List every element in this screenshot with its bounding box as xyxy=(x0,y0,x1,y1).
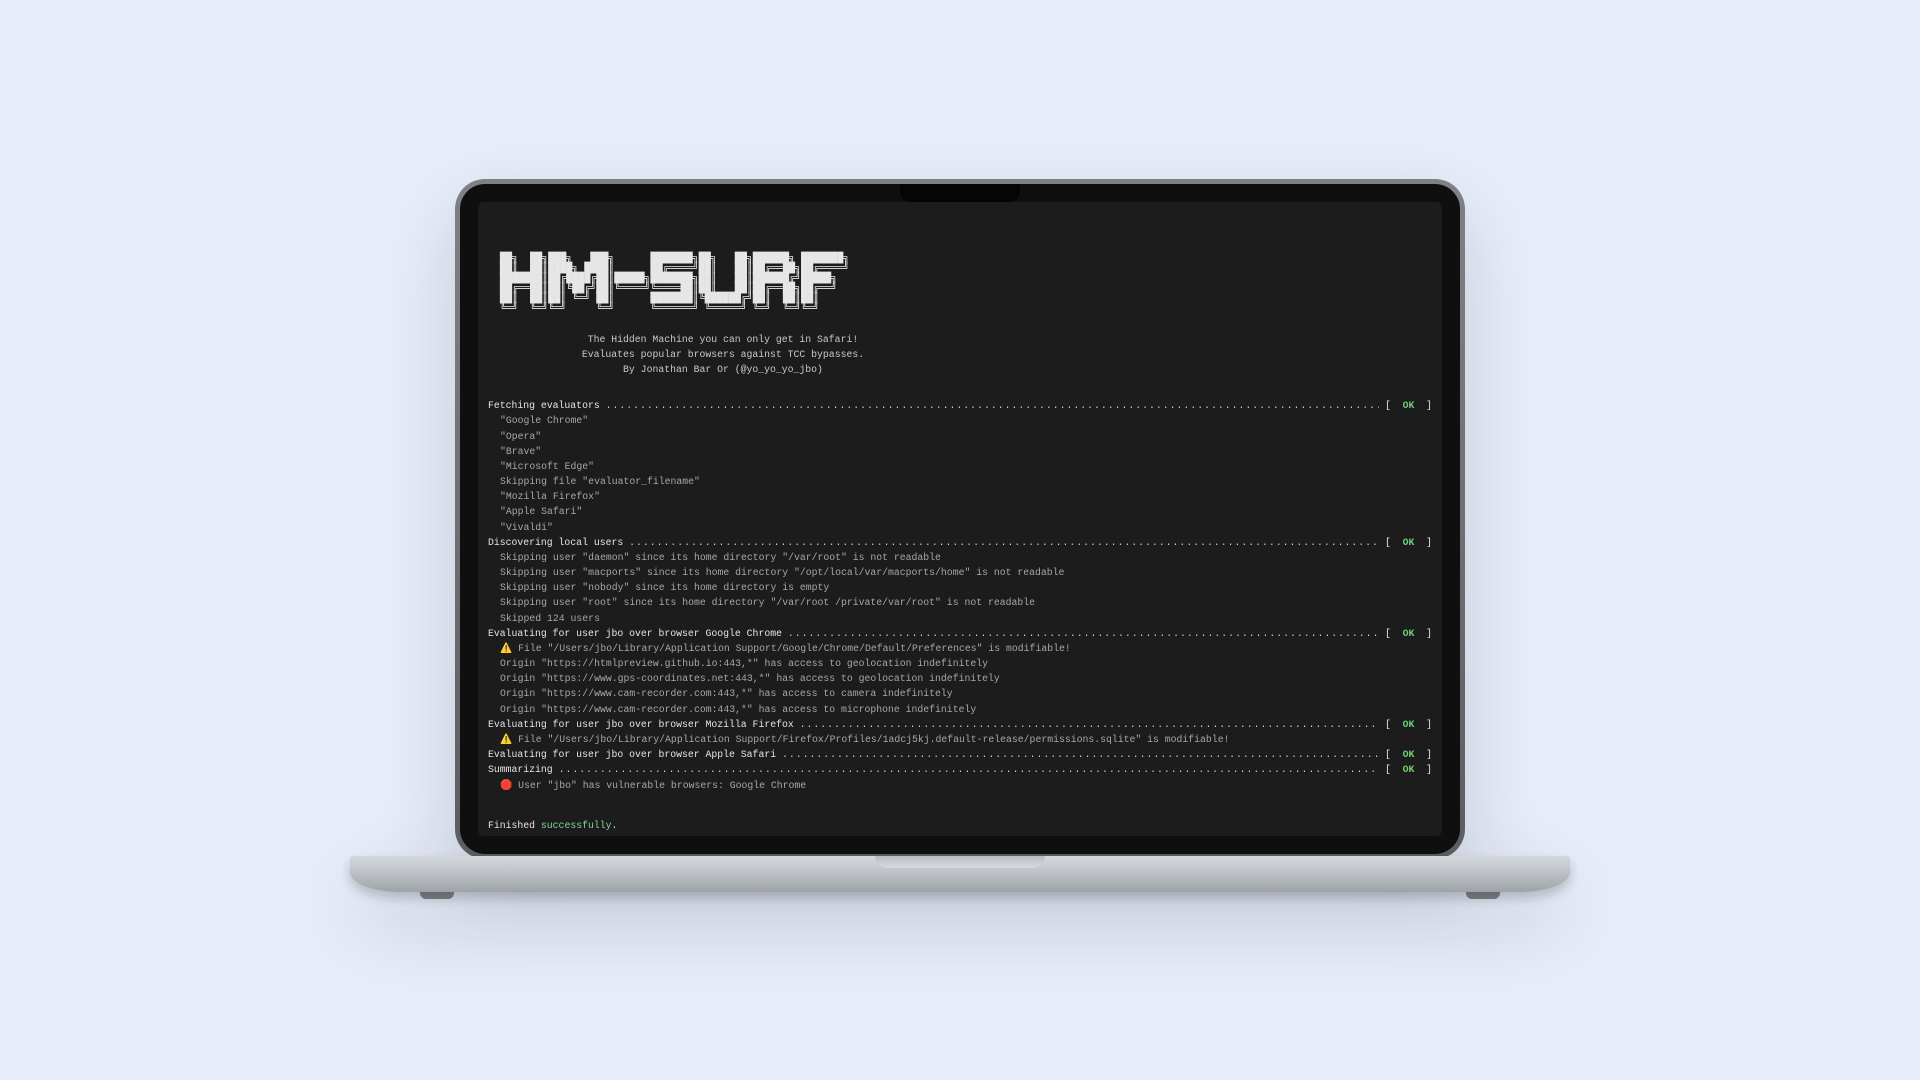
output-line: "Vivaldi" xyxy=(488,520,1432,535)
status-line-result: [ OK ] xyxy=(1379,747,1432,762)
output-line: Origin "https://htmlpreview.github.io:44… xyxy=(488,656,1432,671)
status-line: Evaluating for user jbo over browser Moz… xyxy=(488,717,1432,732)
status-line-label: Discovering local users xyxy=(488,535,629,550)
warning-icon: ⚠️ xyxy=(500,734,518,745)
output-line: Skipping user "root" since its home dire… xyxy=(488,595,1432,610)
page-background: ██╗ ██╗███╗ ███╗ ███████╗██╗ ██╗██████╗ … xyxy=(0,0,1920,1080)
laptop-base xyxy=(350,856,1570,892)
status-line-label: Evaluating for user jbo over browser Moz… xyxy=(488,717,800,732)
status-line-result: [ OK ] xyxy=(1379,626,1432,641)
status-line-dots: ........................................… xyxy=(800,717,1379,732)
laptop-lid: ██╗ ██╗███╗ ███╗ ███████╗██╗ ██╗██████╗ … xyxy=(455,179,1465,859)
output-line: Skipping user "daemon" since its home di… xyxy=(488,550,1432,565)
camera-notch xyxy=(900,184,1020,202)
status-line-result: [ OK ] xyxy=(1379,717,1432,732)
terminal-body: Fetching evaluators ....................… xyxy=(488,398,1432,792)
output-line: Skipped 124 users xyxy=(488,611,1432,626)
output-line: ⚠️ File "/Users/jbo/Library/Application … xyxy=(488,641,1432,656)
ascii-logo: ██╗ ██╗███╗ ███╗ ███████╗██╗ ██╗██████╗ … xyxy=(488,254,1432,314)
output-text: Origin "https://www.cam-recorder.com:443… xyxy=(500,688,953,699)
output-text: File "/Users/jbo/Library/Application Sup… xyxy=(518,734,1229,745)
status-line: Summarizing ............................… xyxy=(488,762,1432,777)
output-line: Origin "https://www.cam-recorder.com:443… xyxy=(488,686,1432,701)
status-line-dots: ........................................… xyxy=(606,398,1379,413)
output-line: "Apple Safari" xyxy=(488,504,1432,519)
status-line: Evaluating for user jbo over browser App… xyxy=(488,747,1432,762)
laptop-foot-right xyxy=(1466,891,1500,899)
output-line: "Mozilla Firefox" xyxy=(488,489,1432,504)
output-line: "Brave" xyxy=(488,444,1432,459)
laptop-foot-left xyxy=(420,891,454,899)
output-text: Origin "https://htmlpreview.github.io:44… xyxy=(500,658,988,669)
output-line: 🛑 User "jbo" has vulnerable browsers: Go… xyxy=(488,778,1432,793)
status-line: Discovering local users ................… xyxy=(488,535,1432,550)
status-line-label: Summarizing xyxy=(488,762,559,777)
output-line: Origin "https://www.cam-recorder.com:443… xyxy=(488,702,1432,717)
finished-prefix: Finished xyxy=(488,820,541,831)
output-line: Skipping file "evaluator_filename" xyxy=(488,474,1432,489)
output-line: Skipping user "macports" since its home … xyxy=(488,565,1432,580)
status-line: Evaluating for user jbo over browser Goo… xyxy=(488,626,1432,641)
output-text: Origin "https://www.gps-coordinates.net:… xyxy=(500,673,1000,684)
status-line-dots: ........................................… xyxy=(782,747,1379,762)
subtitle-line-1: The Hidden Machine you can only get in S… xyxy=(588,334,858,345)
finished-line: Finished successfully. xyxy=(488,818,1432,833)
subtitle-line-2: Evaluates popular browsers against TCC b… xyxy=(582,349,864,360)
status-line-dots: ........................................… xyxy=(788,626,1379,641)
status-line: Fetching evaluators ....................… xyxy=(488,398,1432,413)
terminal-screen: ██╗ ██╗███╗ ███╗ ███████╗██╗ ██╗██████╗ … xyxy=(478,202,1442,836)
subtitle-block: The Hidden Machine you can only get in S… xyxy=(488,332,958,378)
laptop-feet xyxy=(420,891,1500,901)
output-text: User "jbo" has vulnerable browsers: Goog… xyxy=(518,780,806,791)
output-text: File "/Users/jbo/Library/Application Sup… xyxy=(518,643,1071,654)
status-line-label: Evaluating for user jbo over browser App… xyxy=(488,747,782,762)
laptop-hinge-cutout xyxy=(875,856,1045,868)
laptop-mockup: ██╗ ██╗███╗ ███╗ ███████╗██╗ ██╗██████╗ … xyxy=(350,179,1570,901)
stop-icon: 🛑 xyxy=(500,780,518,791)
finished-suffix: . xyxy=(611,820,617,831)
output-line: Origin "https://www.gps-coordinates.net:… xyxy=(488,671,1432,686)
warning-icon: ⚠️ xyxy=(500,643,518,654)
screen-bezel: ██╗ ██╗███╗ ███╗ ███████╗██╗ ██╗██████╗ … xyxy=(460,184,1460,854)
status-line-dots: ........................................… xyxy=(559,762,1380,777)
finished-word: successfully xyxy=(541,820,612,831)
output-line: ⚠️ File "/Users/jbo/Library/Application … xyxy=(488,732,1432,747)
output-line: "Google Chrome" xyxy=(488,413,1432,428)
status-line-label: Fetching evaluators xyxy=(488,398,606,413)
output-text: Origin "https://www.cam-recorder.com:443… xyxy=(500,704,976,715)
status-line-result: [ OK ] xyxy=(1379,762,1432,777)
output-line: "Microsoft Edge" xyxy=(488,459,1432,474)
status-line-label: Evaluating for user jbo over browser Goo… xyxy=(488,626,788,641)
output-line: Skipping user "nobody" since its home di… xyxy=(488,580,1432,595)
status-line-result: [ OK ] xyxy=(1379,535,1432,550)
status-line-result: [ OK ] xyxy=(1379,398,1432,413)
subtitle-line-3: By Jonathan Bar Or (@yo_yo_yo_jbo) xyxy=(623,364,823,375)
output-line: "Opera" xyxy=(488,429,1432,444)
status-line-dots: ........................................… xyxy=(629,535,1379,550)
